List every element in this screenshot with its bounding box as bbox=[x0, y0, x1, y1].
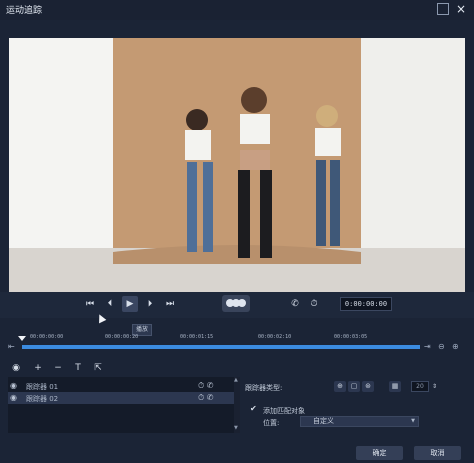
timeline-end-icon[interactable]: ⇥ bbox=[424, 342, 431, 351]
tracker-label: 跟踪器 02 bbox=[26, 395, 59, 403]
chevron-down-icon: ▼ bbox=[411, 418, 415, 424]
add-icon[interactable]: + bbox=[32, 363, 44, 373]
tracker-list-scrollbar[interactable]: ▲ ▼ bbox=[234, 377, 240, 433]
phone-icon[interactable]: ✆ bbox=[287, 296, 303, 312]
playback-controls: ⏮ ⏴ ▶ ⏵ ⏭ ✆ ⏱ 0:00:00:00 bbox=[0, 292, 474, 318]
eye-icon[interactable]: ◉ bbox=[10, 381, 17, 390]
tick-label: 00:00:01:15 bbox=[180, 334, 214, 340]
scroll-down-icon[interactable]: ▼ bbox=[234, 425, 238, 431]
grid-icon[interactable]: ▦ bbox=[389, 381, 401, 392]
tracker-label: 跟踪器 01 bbox=[26, 383, 59, 391]
video-preview bbox=[9, 38, 465, 292]
tracker-list: ◉ 跟踪器 01 ⏱ ✆ ◉ 跟踪器 02 ⏱ ✆ bbox=[8, 377, 234, 433]
tick-label: 00:00:00:20 bbox=[105, 334, 139, 340]
timeline-track[interactable] bbox=[22, 345, 420, 349]
add-match-checkbox[interactable]: ✔ bbox=[250, 404, 257, 413]
eye-icon[interactable]: ◉ bbox=[10, 363, 22, 373]
multi-point-tracker-button[interactable]: ⊛ bbox=[362, 381, 374, 392]
position-select[interactable]: 自定义 ▼ bbox=[300, 416, 419, 427]
text-icon[interactable]: T bbox=[72, 363, 84, 373]
eye-icon[interactable]: ◉ bbox=[10, 393, 17, 402]
area-tracker-button[interactable]: ▢ bbox=[348, 381, 360, 392]
add-match-label: 添加匹配对象 bbox=[263, 407, 305, 415]
clock-icon[interactable]: ⏱ bbox=[306, 296, 322, 312]
play-button[interactable]: ▶ bbox=[122, 296, 138, 312]
tick-label: 00:00:03:05 bbox=[334, 334, 368, 340]
window-title: 运动追踪 bbox=[6, 6, 43, 16]
tracker-row[interactable]: ◉ 跟踪器 02 ⏱ ✆ bbox=[8, 392, 234, 404]
spinner-icon[interactable]: ⇕ bbox=[432, 383, 437, 390]
timeline-progress bbox=[22, 345, 420, 349]
title-bar: 运动追踪 × bbox=[0, 0, 474, 20]
video-frame-image bbox=[9, 38, 465, 292]
point-tracker-button[interactable]: ⊕ bbox=[334, 381, 346, 392]
scroll-up-icon[interactable]: ▲ bbox=[234, 377, 238, 383]
position-value: 自定义 bbox=[313, 417, 334, 425]
tick-label: 00:00:02:10 bbox=[258, 334, 292, 340]
maximize-icon[interactable] bbox=[437, 3, 449, 15]
tracker-row-icons[interactable]: ⏱ ✆ bbox=[198, 393, 214, 403]
tracker-row-icons[interactable]: ⏱ ✆ bbox=[198, 381, 214, 391]
remove-icon[interactable]: − bbox=[52, 363, 64, 373]
tracker-row[interactable]: ◉ 跟踪器 01 ⏱ ✆ bbox=[8, 380, 234, 392]
timeline-start-icon[interactable]: ⇤ bbox=[8, 342, 15, 351]
close-button[interactable]: × bbox=[455, 3, 467, 15]
tracker-type-label: 跟踪器类型: bbox=[245, 384, 283, 392]
timeline[interactable]: ⇤ 00:00:00:00 00:00:00:20 00:00:01:15 00… bbox=[0, 330, 474, 358]
previous-frame-button[interactable]: ⏴ bbox=[102, 296, 118, 312]
size-number-field[interactable]: 20 bbox=[411, 381, 429, 392]
playhead[interactable] bbox=[18, 336, 26, 341]
next-frame-button[interactable]: ⏵ bbox=[142, 296, 158, 312]
cancel-button[interactable]: 取消 bbox=[414, 446, 461, 460]
export-icon[interactable]: ⇱ bbox=[92, 363, 104, 373]
loop-dot-icon bbox=[238, 299, 246, 307]
ok-button[interactable]: 确定 bbox=[356, 446, 403, 460]
tick-label: 00:00:00:00 bbox=[30, 334, 64, 340]
position-label: 位置: bbox=[263, 419, 280, 427]
tracker-toolbar: ◉ + − T ⇱ bbox=[0, 362, 474, 376]
zoom-in-icon[interactable]: ⊕ bbox=[452, 342, 459, 351]
timecode-display[interactable]: 0:00:00:00 bbox=[340, 297, 392, 311]
loop-button[interactable] bbox=[222, 295, 250, 312]
go-to-end-button[interactable]: ⏭ bbox=[162, 296, 178, 312]
zoom-out-icon[interactable]: ⊖ bbox=[438, 342, 445, 351]
go-to-start-button[interactable]: ⏮ bbox=[82, 296, 98, 312]
